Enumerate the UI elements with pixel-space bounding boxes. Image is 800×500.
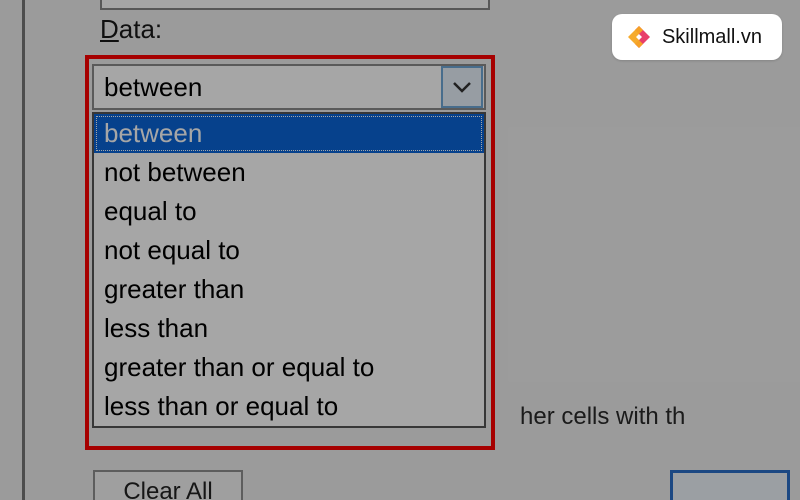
- watermark-badge: Skillmall.vn: [612, 14, 782, 60]
- watermark-text: Skillmall.vn: [662, 26, 762, 49]
- clear-all-button[interactable]: Clear All: [93, 470, 243, 500]
- ok-button-partial[interactable]: [670, 470, 790, 500]
- allow-field-partial[interactable]: [100, 0, 490, 10]
- clear-all-label: Clear All: [123, 478, 212, 500]
- data-label: Data:: [100, 14, 162, 45]
- annotation-highlight: [85, 55, 495, 450]
- divider: [22, 0, 25, 500]
- apply-text-partial: her cells with th: [520, 403, 685, 431]
- skillmall-logo-icon: [626, 24, 652, 50]
